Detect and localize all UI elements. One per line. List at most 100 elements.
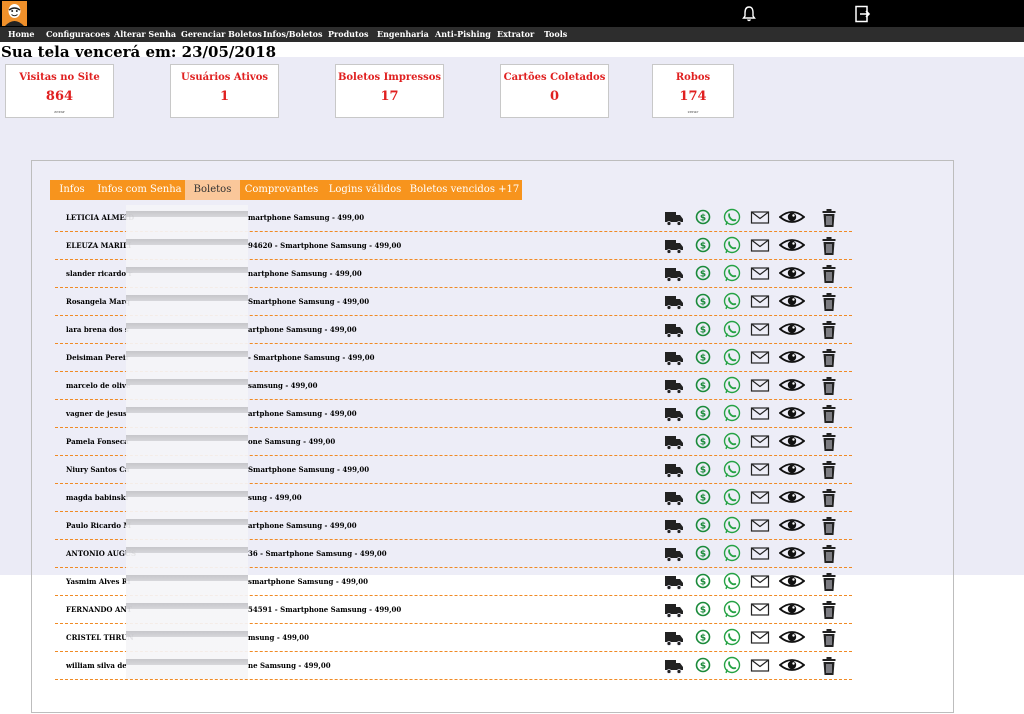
trash-icon[interactable] [821, 488, 837, 508]
whatsapp-icon[interactable] [722, 264, 742, 284]
dollar-icon[interactable]: $ [693, 516, 713, 536]
eye-icon[interactable] [778, 432, 806, 452]
truck-icon[interactable] [664, 656, 684, 676]
eye-icon[interactable] [778, 516, 806, 536]
whatsapp-icon[interactable] [722, 404, 742, 424]
truck-icon[interactable] [664, 544, 684, 564]
nav-item-gerenciar-boletos[interactable]: Gerenciar Boletos [181, 29, 262, 39]
trash-icon[interactable] [821, 600, 837, 620]
whatsapp-icon[interactable] [722, 488, 742, 508]
truck-icon[interactable] [664, 460, 684, 480]
trash-icon[interactable] [821, 544, 837, 564]
envelope-icon[interactable] [750, 600, 770, 620]
whatsapp-icon[interactable] [722, 572, 742, 592]
eye-icon[interactable] [778, 236, 806, 256]
trash-icon[interactable] [821, 320, 837, 340]
tab-comprovantes[interactable]: Comprovantes [240, 180, 323, 200]
eye-icon[interactable] [778, 572, 806, 592]
bell-icon[interactable] [739, 4, 759, 24]
truck-icon[interactable] [664, 432, 684, 452]
whatsapp-icon[interactable] [722, 516, 742, 536]
dollar-icon[interactable]: $ [693, 236, 713, 256]
trash-icon[interactable] [821, 432, 837, 452]
envelope-icon[interactable] [750, 572, 770, 592]
tab-infos-com-senha[interactable]: Infos com Senha [94, 180, 185, 200]
eye-icon[interactable] [778, 404, 806, 424]
eye-icon[interactable] [778, 600, 806, 620]
truck-icon[interactable] [664, 208, 684, 228]
trash-icon[interactable] [821, 656, 837, 676]
envelope-icon[interactable] [750, 236, 770, 256]
whatsapp-icon[interactable] [722, 600, 742, 620]
trash-icon[interactable] [821, 264, 837, 284]
tab-boletos[interactable]: Boletos [185, 180, 240, 200]
tab-infos[interactable]: Infos [50, 180, 94, 200]
whatsapp-icon[interactable] [722, 348, 742, 368]
envelope-icon[interactable] [750, 264, 770, 284]
nav-item-home[interactable]: Home [8, 29, 34, 39]
dollar-icon[interactable]: $ [693, 544, 713, 564]
dollar-icon[interactable]: $ [693, 572, 713, 592]
eye-icon[interactable] [778, 628, 806, 648]
dollar-icon[interactable]: $ [693, 376, 713, 396]
dollar-icon[interactable]: $ [693, 208, 713, 228]
envelope-icon[interactable] [750, 208, 770, 228]
truck-icon[interactable] [664, 516, 684, 536]
truck-icon[interactable] [664, 348, 684, 368]
nav-item-anti-pishing[interactable]: Anti-Pishing [435, 29, 491, 39]
eye-icon[interactable] [778, 488, 806, 508]
whatsapp-icon[interactable] [722, 432, 742, 452]
dollar-icon[interactable]: $ [693, 488, 713, 508]
envelope-icon[interactable] [750, 404, 770, 424]
truck-icon[interactable] [664, 572, 684, 592]
dollar-icon[interactable]: $ [693, 348, 713, 368]
tab-logins-validos[interactable]: Logins válidos [323, 180, 407, 200]
dollar-icon[interactable]: $ [693, 320, 713, 340]
eye-icon[interactable] [778, 376, 806, 396]
truck-icon[interactable] [664, 600, 684, 620]
whatsapp-icon[interactable] [722, 544, 742, 564]
dollar-icon[interactable]: $ [693, 432, 713, 452]
trash-icon[interactable] [821, 404, 837, 424]
truck-icon[interactable] [664, 488, 684, 508]
whatsapp-icon[interactable] [722, 320, 742, 340]
reset-link[interactable]: zerar [6, 109, 113, 114]
truck-icon[interactable] [664, 292, 684, 312]
nav-item-infos-boletos[interactable]: Infos/Boletos [263, 29, 323, 39]
nav-item-extrator[interactable]: Extrator [497, 29, 534, 39]
whatsapp-icon[interactable] [722, 656, 742, 676]
envelope-icon[interactable] [750, 292, 770, 312]
whatsapp-icon[interactable] [722, 460, 742, 480]
trash-icon[interactable] [821, 292, 837, 312]
nav-item-alterar-senha[interactable]: Alterar Senha [114, 29, 176, 39]
eye-icon[interactable] [778, 656, 806, 676]
dollar-icon[interactable]: $ [693, 460, 713, 480]
trash-icon[interactable] [821, 516, 837, 536]
truck-icon[interactable] [664, 404, 684, 424]
trash-icon[interactable] [821, 628, 837, 648]
logout-icon[interactable] [853, 4, 873, 24]
trash-icon[interactable] [821, 348, 837, 368]
trash-icon[interactable] [821, 572, 837, 592]
eye-icon[interactable] [778, 348, 806, 368]
reset-link[interactable]: zerar [653, 109, 733, 114]
eye-icon[interactable] [778, 292, 806, 312]
whatsapp-icon[interactable] [722, 628, 742, 648]
nav-item-tools[interactable]: Tools [544, 29, 567, 39]
envelope-icon[interactable] [750, 516, 770, 536]
truck-icon[interactable] [664, 264, 684, 284]
dollar-icon[interactable]: $ [693, 264, 713, 284]
eye-icon[interactable] [778, 460, 806, 480]
trash-icon[interactable] [821, 208, 837, 228]
nav-item-engenharia[interactable]: Engenharia [377, 29, 429, 39]
trash-icon[interactable] [821, 460, 837, 480]
eye-icon[interactable] [778, 544, 806, 564]
dollar-icon[interactable]: $ [693, 600, 713, 620]
envelope-icon[interactable] [750, 348, 770, 368]
tab-boletos-vencidos[interactable]: Boletos vencidos +17 [407, 180, 522, 200]
envelope-icon[interactable] [750, 544, 770, 564]
truck-icon[interactable] [664, 320, 684, 340]
dollar-icon[interactable]: $ [693, 656, 713, 676]
trash-icon[interactable] [821, 376, 837, 396]
whatsapp-icon[interactable] [722, 236, 742, 256]
